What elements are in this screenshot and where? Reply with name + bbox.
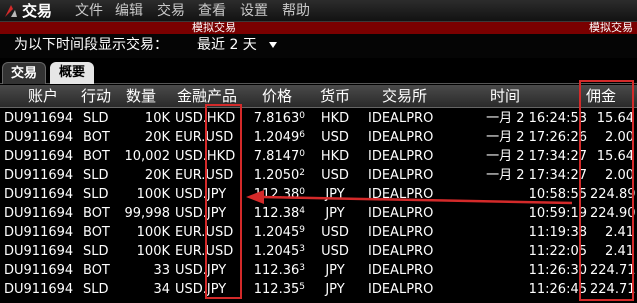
annotation-arrow-icon [246,190,573,205]
